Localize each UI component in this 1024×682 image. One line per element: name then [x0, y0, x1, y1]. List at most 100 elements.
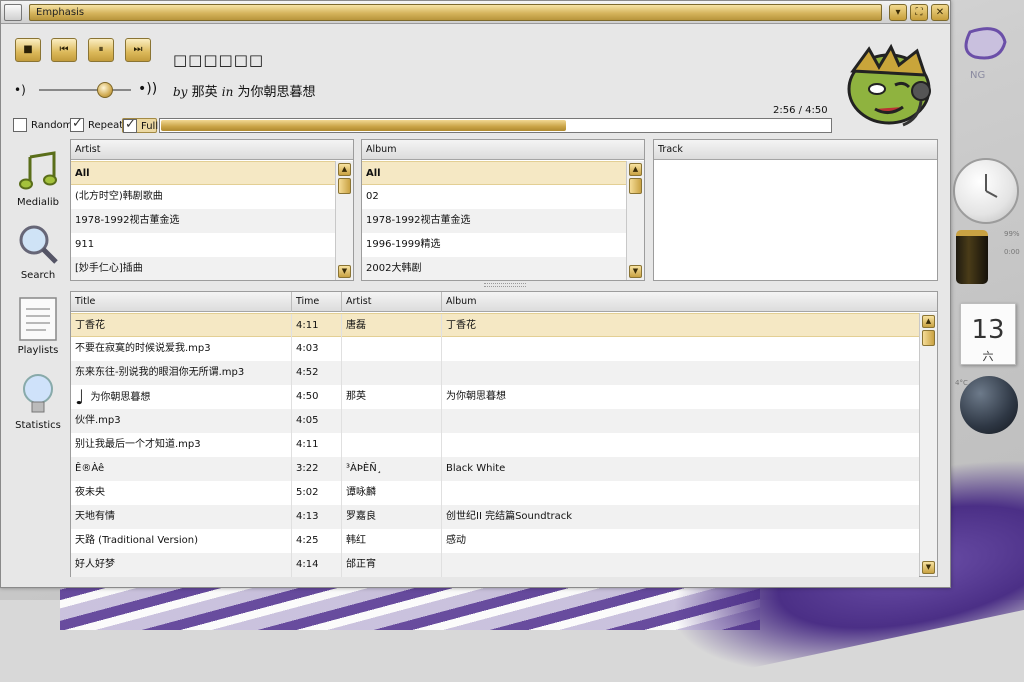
album-pane-header[interactable]: Album	[362, 140, 644, 160]
title-strip[interactable]: Emphasis	[29, 4, 882, 21]
cell-album	[442, 337, 919, 361]
weather-widget[interactable]	[960, 376, 1018, 434]
cell-time: 4:13	[292, 505, 342, 529]
cell-title: 天地有情	[71, 505, 292, 529]
scroll-thumb[interactable]	[629, 178, 642, 194]
pause-button[interactable]: ⏸	[88, 38, 114, 62]
calendar-widget[interactable]: 13 六	[960, 303, 1016, 365]
minimize-button[interactable]: ▾	[889, 4, 907, 21]
track-pane-header[interactable]: Track	[654, 140, 937, 160]
scroll-up-icon[interactable]: ▲	[338, 163, 351, 176]
table-row[interactable]: 夜未央 5:02 谭咏麟	[71, 481, 919, 505]
cell-title: Ê®Àê	[71, 457, 292, 481]
playlist-scrollbar[interactable]: ▲ ▼	[919, 313, 937, 576]
maximize-button[interactable]: ⛶	[910, 4, 928, 21]
table-row[interactable]: 丁香花 4:11 唐磊 丁香花	[71, 313, 919, 338]
list-item[interactable]: [妙手仁心]插曲	[71, 257, 335, 280]
table-row[interactable]: 好人好梦 4:14 邰正宵	[71, 553, 919, 577]
scroll-up-icon[interactable]: ▲	[629, 163, 642, 176]
list-item[interactable]: All	[71, 161, 335, 185]
column-time[interactable]: Time	[292, 292, 342, 312]
cell-album	[442, 481, 919, 505]
scroll-down-icon[interactable]: ▼	[629, 265, 642, 278]
now-playing-title: □□□□□□	[173, 51, 265, 69]
full-check-icon[interactable]	[123, 117, 137, 133]
scroll-down-icon[interactable]: ▼	[338, 265, 351, 278]
list-item[interactable]: (北方时空)韩剧歌曲	[71, 185, 335, 209]
random-checkbox[interactable]: Random	[13, 118, 72, 133]
volume-slider[interactable]	[39, 89, 131, 91]
cell-title: 伙伴.mp3	[71, 409, 292, 433]
clock-widget[interactable]	[953, 158, 1019, 224]
stop-button[interactable]: ■	[15, 38, 41, 62]
table-row[interactable]: ♩ 为你朝思暮想 4:50 那英 为你朝思暮想	[71, 385, 919, 409]
table-row[interactable]: 别让我最后一个才知道.mp3 4:11	[71, 433, 919, 457]
battery-widget[interactable]	[956, 230, 988, 284]
music-note-icon	[19, 151, 57, 190]
album-scrollbar[interactable]: ▲ ▼	[626, 161, 644, 280]
cell-album	[442, 553, 919, 577]
list-item[interactable]: 02	[362, 185, 626, 209]
progress-bar[interactable]	[159, 118, 832, 133]
repeat-check-icon[interactable]	[70, 116, 84, 132]
sidebar-item-statistics[interactable]: Statistics	[9, 372, 67, 442]
list-item[interactable]: 911	[71, 233, 335, 257]
list-item[interactable]: 1978-1992视古董金选	[362, 209, 626, 233]
sidebar-label-search: Search	[20, 270, 56, 281]
sidebar-label-statistics: Statistics	[15, 420, 61, 431]
progress-fill	[161, 120, 566, 131]
list-item[interactable]: 1978-1992视古董金选	[71, 209, 335, 233]
table-row[interactable]: Ê®Àê 3:22 ³ÀÞÈÑ¸ Black White	[71, 457, 919, 481]
window-menu-button[interactable]	[4, 4, 22, 21]
scroll-up-icon[interactable]: ▲	[922, 315, 935, 328]
scroll-down-icon[interactable]: ▼	[922, 561, 935, 574]
cell-album: 创世纪II 完结篇Soundtrack	[442, 505, 919, 529]
full-label: Full	[141, 121, 159, 132]
sidebar-item-playlists[interactable]: Playlists	[9, 297, 67, 367]
artist-list[interactable]: All (北方时空)韩剧歌曲 1978-1992视古董金选 911 [妙手仁心]…	[71, 161, 335, 280]
list-item[interactable]: All	[362, 161, 626, 185]
album-list[interactable]: All 02 1978-1992视古董金选 1996-1999精选 2002大韩…	[362, 161, 626, 280]
playlist-header: Title Time Artist Album	[71, 292, 937, 312]
table-row[interactable]: 东来东往-别说我的眼泪你无所谓.mp3 4:52	[71, 361, 919, 385]
full-checkbox[interactable]: Full	[122, 117, 159, 133]
cell-title: 不要在寂寞的时候说爱我.mp3	[71, 337, 292, 361]
track-list[interactable]	[654, 161, 937, 280]
sidebar-item-medialib[interactable]: Medialib	[9, 149, 67, 219]
random-check-icon[interactable]	[13, 118, 27, 132]
cell-text: 4:25	[296, 535, 319, 546]
splitter-handle[interactable]	[484, 283, 526, 287]
scroll-thumb[interactable]	[922, 330, 935, 346]
scroll-thumb[interactable]	[338, 178, 351, 194]
cell-text: Ê®Àê	[75, 463, 105, 474]
table-row[interactable]: 伙伴.mp3 4:05	[71, 409, 919, 433]
list-item[interactable]: 1996-1999精选	[362, 233, 626, 257]
previous-button[interactable]: ⏮	[51, 38, 77, 62]
cell-title: ♩ 为你朝思暮想	[71, 385, 292, 409]
cell-text: 别让我最后一个才知道.mp3	[75, 439, 201, 450]
cell-text: 东来东往-别说我的眼泪你无所谓.mp3	[75, 367, 245, 378]
column-album[interactable]: Album	[442, 292, 919, 312]
close-button[interactable]: ✕	[931, 4, 949, 21]
column-artist[interactable]: Artist	[342, 292, 442, 312]
cell-text: 好人好梦	[75, 559, 115, 570]
title-bar[interactable]: Emphasis ▾ ⛶ ✕	[1, 1, 950, 24]
cell-text: 为你朝思暮想	[446, 391, 506, 402]
repeat-checkbox[interactable]: Repeat	[70, 116, 123, 133]
volume-slider-knob[interactable]	[97, 82, 113, 98]
column-title[interactable]: Title	[71, 292, 292, 312]
table-row[interactable]: 天路 (Traditional Version) 4:25 韩红 感动	[71, 529, 919, 553]
list-item[interactable]: 2002大韩剧	[362, 257, 626, 280]
table-row[interactable]: 不要在寂寞的时候说爱我.mp3 4:03	[71, 337, 919, 361]
artist-scrollbar[interactable]: ▲ ▼	[335, 161, 353, 280]
cell-text: 那英	[346, 391, 366, 402]
cell-artist: 邰正宵	[342, 553, 442, 577]
next-button[interactable]: ⏭	[125, 38, 151, 62]
sidebar-item-search[interactable]: Search	[9, 222, 67, 292]
table-row[interactable]: 天地有情 4:13 罗嘉良 创世纪II 完结篇Soundtrack	[71, 505, 919, 529]
cell-album: Black White	[442, 457, 919, 481]
artist-pane-header[interactable]: Artist	[71, 140, 353, 160]
cell-text: 天地有情	[75, 511, 115, 522]
sidebar-label-playlists: Playlists	[17, 345, 59, 356]
lightbulb-icon	[23, 374, 53, 413]
